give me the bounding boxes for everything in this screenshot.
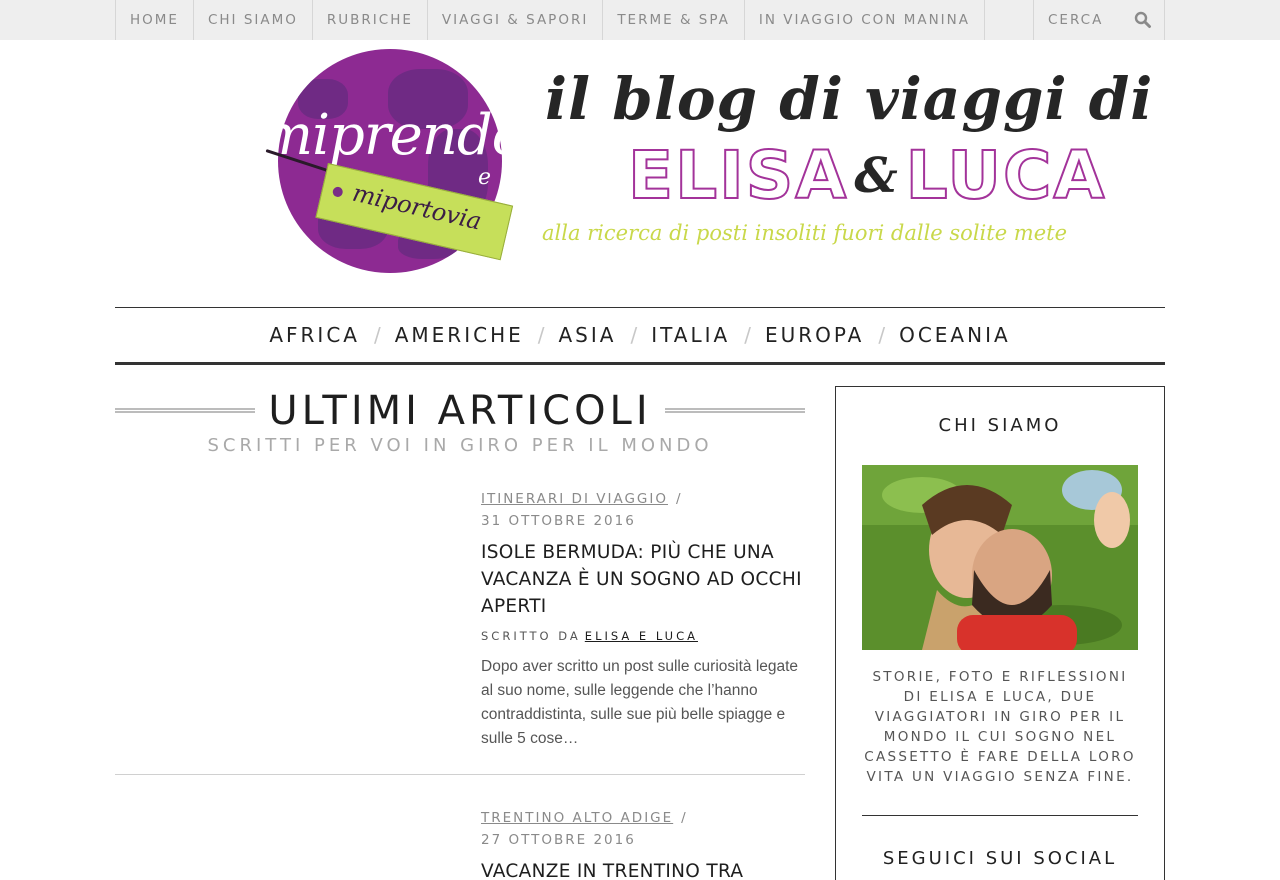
post-date: 31 OTTOBRE 2016 (481, 513, 636, 529)
search-input[interactable] (1034, 0, 1134, 40)
category-separator: / (630, 323, 638, 347)
category-europa[interactable]: EUROPA (765, 323, 864, 347)
site-header: miprendo e miportovia il blog di viaggi … (260, 45, 1152, 285)
post-byline-label: SCRITTO DA (481, 629, 581, 643)
post-card: TRENTINO ALTO ADIGE / 27 OTTOBRE 2016 VAC… (481, 807, 805, 880)
sidebar-social-title: SEGUICI SUI SOCIAL (882, 848, 1118, 869)
post-byline: SCRITTO DA ELISA E LUCA (481, 629, 805, 643)
about-photo-illustration (862, 465, 1138, 650)
post-category-link[interactable]: ITINERARI DI VIAGGIO (481, 491, 668, 507)
post-date: 27 OTTOBRE 2016 (481, 832, 636, 848)
topnav-in-viaggio-con-manina[interactable]: IN VIAGGIO CON MANINA (745, 0, 985, 40)
category-separator: / (878, 323, 886, 347)
post-divider (115, 774, 805, 775)
topnav-spacer (985, 0, 1034, 40)
section-title: ULTIMI ARTICOLI (268, 388, 652, 434)
topnav-home[interactable]: HOME (116, 0, 194, 40)
topnav-rubriche[interactable]: RUBRICHE (313, 0, 428, 40)
header-names: ELISA &LUCA (627, 136, 1107, 215)
category-italia[interactable]: ITALIA (651, 323, 730, 347)
post-meta-separator: / (681, 810, 686, 826)
category-nav: AFRICA / AMERICHE / ASIA / ITALIA / EURO… (115, 307, 1165, 365)
logo-word-e: e (478, 165, 492, 190)
category-americhe[interactable]: AMERICHE (395, 323, 524, 347)
topnav-chi-siamo[interactable]: CHI SIAMO (194, 0, 313, 40)
sidebar: CHI SIAMO STORIE, FOTO E RIFLESSIONI DI … (835, 386, 1165, 880)
post-meta-separator: / (675, 491, 681, 507)
post-author-link[interactable]: ELISA E LUCA (585, 629, 698, 643)
post-category-link[interactable]: TRENTINO ALTO ADIGE (481, 810, 673, 826)
post-title[interactable]: ISOLE BERMUDA: PIÙ CHE UNA VACANZA È UN … (481, 539, 805, 620)
post-title[interactable]: VACANZE IN TRENTINO TRA (481, 858, 805, 880)
tag-hole (331, 185, 344, 198)
section-subtitle: SCRITTI PER VOI IN GIRO PER IL MONDO (207, 435, 713, 456)
header-name-elisa: ELISA (627, 136, 849, 215)
sidebar-about-text: STORIE, FOTO E RIFLESSIONI DI ELISA E LU… (864, 669, 1136, 785)
post-meta: ITINERARI DI VIAGGIO / (481, 488, 805, 507)
header-ampersand: & (854, 148, 900, 204)
post-meta: TRENTINO ALTO ADIGE / (481, 807, 805, 826)
category-oceania[interactable]: OCEANIA (899, 323, 1011, 347)
sidebar-divider (862, 815, 1138, 816)
topnav-terme-spa[interactable]: TERME & SPA (603, 0, 745, 40)
category-africa[interactable]: AFRICA (269, 323, 360, 347)
header-name-luca: LUCA (905, 136, 1107, 215)
top-nav: HOME CHI SIAMO RUBRICHE VIAGGI & SAPORI … (115, 0, 1165, 40)
search-icon[interactable] (1134, 11, 1152, 29)
category-separator: / (537, 323, 545, 347)
header-title: il blog di viaggi di (545, 65, 1154, 133)
about-photo (862, 465, 1138, 650)
post-card: ITINERARI DI VIAGGIO / 31 OTTOBRE 2016 IS… (481, 488, 805, 751)
logo-word-miprendo: miprendo (260, 103, 525, 168)
post-excerpt: Dopo aver scritto un post sulle curiosit… (481, 658, 799, 747)
category-separator: / (373, 323, 381, 347)
header-tagline: alla ricerca di posti insoliti fuori dal… (542, 221, 1068, 245)
category-separator: / (744, 323, 751, 347)
topnav-viaggi-sapori[interactable]: VIAGGI & SAPORI (428, 0, 604, 40)
search-box (1034, 0, 1165, 40)
category-asia[interactable]: ASIA (559, 323, 617, 347)
sidebar-about-title: CHI SIAMO (938, 415, 1062, 436)
top-bar: HOME CHI SIAMO RUBRICHE VIAGGI & SAPORI … (0, 0, 1280, 40)
